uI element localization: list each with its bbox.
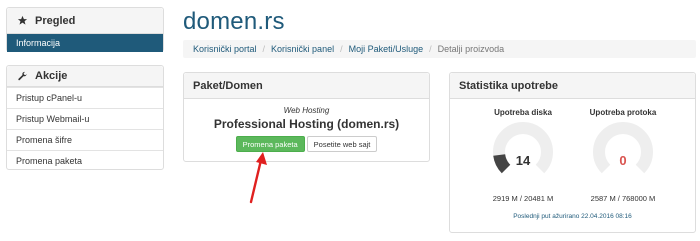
star-icon bbox=[16, 14, 29, 27]
overview-panel-header: Pregled bbox=[7, 8, 163, 34]
actions-panel: Akcije Pristup cPanel-u Pristup Webmail-… bbox=[6, 65, 164, 170]
package-panel-header: Paket/Domen bbox=[184, 73, 429, 99]
package-body: Web Hosting Professional Hosting (domen.… bbox=[184, 99, 429, 152]
breadcrumb-client-area[interactable]: Korisnički panel bbox=[271, 44, 334, 54]
package-name: Professional Hosting (domen.rs) bbox=[213, 117, 400, 131]
disk-usage-title: Upotreba diska bbox=[494, 108, 552, 117]
breadcrumb-client-portal[interactable]: Korisnički portal bbox=[193, 44, 257, 54]
bandwidth-gauge-svg bbox=[593, 122, 653, 174]
overview-panel: Pregled Informacija bbox=[6, 7, 164, 52]
sidebar-item-change-package[interactable]: Promena paketa bbox=[7, 150, 163, 171]
bandwidth-usage-gauge: Upotreba protoka 0 2587 M / 768000 M bbox=[573, 108, 673, 208]
bandwidth-usage-caption: 2587 M / 768000 M bbox=[590, 194, 656, 203]
breadcrumb-separator: / bbox=[429, 44, 432, 54]
disk-usage-percent: 14 bbox=[515, 153, 531, 168]
actions-heading: Akcije bbox=[35, 70, 68, 82]
breadcrumb-separator: / bbox=[262, 44, 266, 54]
sidebar-item-informacija[interactable]: Informacija bbox=[7, 34, 163, 52]
visit-website-button[interactable]: Posetite web sajt bbox=[306, 136, 378, 152]
sidebar-item-cpanel[interactable]: Pristup cPanel-u bbox=[7, 87, 163, 108]
last-updated-text: Poslednji put ažurirano 22.04.2016 08:16 bbox=[513, 213, 632, 220]
bandwidth-usage-percent: 0 bbox=[619, 153, 627, 168]
usage-stats-panel: Statistika upotrebe Upotreba diska 14 29… bbox=[449, 72, 696, 233]
sidebar-item-change-password[interactable]: Promena šifre bbox=[7, 129, 163, 150]
annotation-arrow bbox=[249, 152, 267, 204]
sidebar-item-webmail[interactable]: Pristup Webmail-u bbox=[7, 108, 163, 129]
disk-gauge-svg bbox=[493, 122, 553, 174]
package-type: Web Hosting bbox=[283, 106, 330, 115]
breadcrumb-my-services[interactable]: Moji Paketi/Usluge bbox=[349, 44, 424, 54]
page-title: domen.rs bbox=[183, 8, 285, 35]
disk-usage-caption: 2919 M / 20481 M bbox=[492, 194, 554, 203]
disk-usage-gauge: Upotreba diska 14 2919 M / 20481 M bbox=[473, 108, 573, 208]
overview-heading: Pregled bbox=[35, 14, 76, 27]
bandwidth-usage-title: Upotreba protoka bbox=[589, 108, 657, 117]
usage-stats-header: Statistika upotrebe bbox=[450, 73, 695, 99]
breadcrumb-separator: / bbox=[340, 44, 343, 54]
breadcrumb-current: Detalji proizvoda bbox=[437, 44, 505, 54]
breadcrumb: Korisnički portal / Korisnički panel / M… bbox=[183, 40, 696, 58]
actions-panel-header: Akcije bbox=[7, 66, 163, 87]
package-panel: Paket/Domen Web Hosting Professional Hos… bbox=[183, 72, 430, 162]
wrench-icon bbox=[16, 70, 29, 83]
package-buttons: Promena paketa Posetite web sajt bbox=[184, 136, 429, 152]
